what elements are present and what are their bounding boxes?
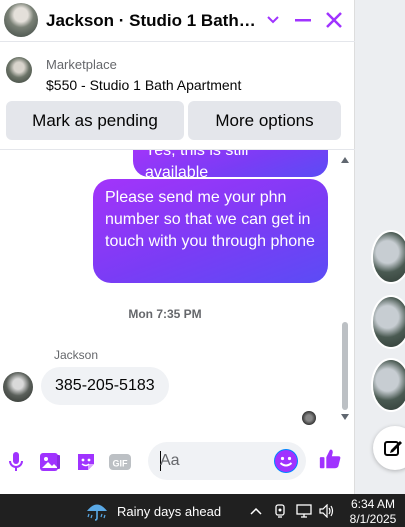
- message-timestamp: Mon 7:35 PM: [128, 307, 202, 321]
- marketplace-listing-banner[interactable]: Marketplace $550 - Studio 1 Bath Apartme…: [0, 44, 355, 96]
- clock-date: 8/1/2025: [349, 512, 397, 526]
- weather-text: Rainy days ahead: [117, 503, 222, 519]
- minimize-icon[interactable]: [292, 9, 314, 31]
- listing-title: $550 - Studio 1 Bath Apartment: [46, 77, 242, 93]
- thumbs-up-icon[interactable]: [318, 447, 342, 471]
- message-list: Yes, this is still available Please send…: [0, 150, 355, 430]
- system-clock[interactable]: 6:34 AM 8/1/2025: [346, 497, 400, 527]
- conversation-avatar[interactable]: [4, 3, 38, 37]
- message-input-wrapper: [148, 442, 306, 480]
- network-icon[interactable]: [296, 503, 312, 519]
- message-input[interactable]: [160, 442, 270, 480]
- rain-umbrella-icon: [87, 504, 107, 521]
- chat-head-avatar[interactable]: [373, 297, 405, 347]
- incoming-message[interactable]: 385-205-5183: [41, 367, 169, 405]
- sender-avatar[interactable]: [3, 372, 33, 402]
- page-background-strip: [355, 0, 405, 494]
- outgoing-message[interactable]: Yes, this is still available: [133, 150, 328, 181]
- scrollbar-thumb[interactable]: [342, 322, 348, 410]
- gif-label: GIF: [113, 459, 129, 469]
- photo-icon[interactable]: [38, 450, 62, 474]
- weather-widget[interactable]: Rainy days ahead: [85, 500, 221, 522]
- clock-time: 6:34 AM: [350, 497, 396, 511]
- chevron-down-icon[interactable]: [262, 9, 284, 31]
- chat-header: Jackson · Studio 1 Bath Ap...: [0, 0, 355, 42]
- message-composer: GIF: [0, 434, 355, 490]
- chat-head-avatar[interactable]: [373, 232, 405, 282]
- scroll-down-arrow-icon[interactable]: [341, 414, 349, 420]
- listing-category: Marketplace: [46, 57, 117, 72]
- taskbar: Rainy days ahead 6:34 AM 8/1/2025: [0, 494, 405, 527]
- scroll-up-arrow-icon[interactable]: [341, 157, 349, 163]
- volume-icon[interactable]: [319, 503, 335, 519]
- conversation-title[interactable]: Jackson · Studio 1 Bath Ap...: [46, 11, 258, 31]
- listing-thumbnail: [6, 57, 32, 83]
- message-scrollbar[interactable]: [338, 152, 352, 424]
- microphone-icon[interactable]: [4, 450, 28, 474]
- sticker-icon[interactable]: [74, 450, 98, 474]
- compose-icon: [384, 441, 402, 456]
- emoji-icon[interactable]: [274, 449, 298, 473]
- more-options-button[interactable]: More options: [188, 101, 341, 140]
- chevron-up-icon[interactable]: [248, 503, 264, 519]
- gif-icon[interactable]: GIF: [108, 450, 132, 474]
- messenger-chat-window: Jackson · Studio 1 Bath Ap... Marketplac…: [0, 0, 355, 494]
- new-message-button[interactable]: [373, 426, 405, 470]
- mark-as-pending-button[interactable]: Mark as pending: [6, 101, 184, 140]
- seen-indicator-avatar: [302, 411, 316, 425]
- sender-name: Jackson: [54, 348, 99, 362]
- device-icon[interactable]: [272, 503, 288, 519]
- chat-head-avatar[interactable]: [373, 360, 405, 410]
- outgoing-message[interactable]: Please send me your phn number so that w…: [93, 179, 328, 283]
- close-icon[interactable]: [323, 9, 345, 31]
